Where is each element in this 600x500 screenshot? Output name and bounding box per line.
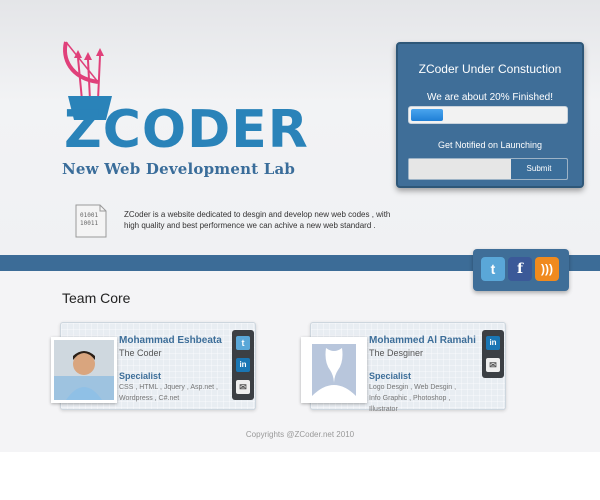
social-links: t f ))) <box>473 249 569 291</box>
team-heading: Team Core <box>62 290 131 306</box>
specialist-label: Specialist <box>369 371 412 381</box>
binary-text: 01001 10011 <box>80 212 99 227</box>
member-social-bar: t in ✉ <box>232 330 254 400</box>
avatar <box>51 337 117 403</box>
avatar <box>301 337 367 403</box>
status-title: ZCoder Under Constuction <box>418 62 562 76</box>
member-role: The Desginer <box>369 348 424 358</box>
notify-label: Get Notified on Launching <box>437 140 543 150</box>
intro-text: ZCoder is a website dedicated to desgin … <box>124 210 391 230</box>
default-avatar-icon <box>304 340 364 400</box>
progress-label: We are about 20% Finished! <box>426 92 553 103</box>
member-skills: Logo Desgin , Web Desgin , Info Graphic … <box>369 384 457 413</box>
email-field[interactable] <box>409 159 511 179</box>
linkedin-icon[interactable]: in <box>236 358 250 372</box>
member-photo <box>54 340 114 400</box>
launch-status-panel: ZCoder Under Constuction We are about 20… <box>396 42 584 188</box>
member-name: Mohammad Eshbeata <box>119 335 222 346</box>
rss-icon[interactable]: ))) <box>535 257 559 281</box>
twitter-icon[interactable]: t <box>481 257 505 281</box>
progress-bar-fill <box>411 109 443 121</box>
logo-tagline: New Web Development Lab <box>62 160 296 178</box>
mail-icon[interactable]: ✉ <box>236 380 250 394</box>
specialist-label: Specialist <box>119 371 162 381</box>
progress-bar <box>408 106 568 124</box>
logo-text: ZCODER <box>64 100 309 160</box>
member-name: Mohammed Al Ramahi <box>369 335 476 346</box>
member-role: The Coder <box>119 348 162 358</box>
member-social-bar: in ✉ <box>482 330 504 378</box>
mail-icon[interactable]: ✉ <box>486 358 500 372</box>
footer-copyright: Copyrights @ZCoder.net 2010 <box>245 430 355 439</box>
team-member-card: Mohammad Eshbeata The Coder Specialist C… <box>51 322 256 410</box>
linkedin-icon[interactable]: in <box>486 336 500 350</box>
facebook-icon[interactable]: f <box>508 257 532 281</box>
team-member-card: Mohammed Al Ramahi The Desginer Speciali… <box>301 322 506 413</box>
notify-form: Submit <box>408 158 568 180</box>
twitter-icon[interactable]: t <box>236 336 250 350</box>
submit-button[interactable]: Submit <box>511 159 567 179</box>
member-skills: CSS , HTML , Jquery , Asp.net , Wordpres… <box>119 384 218 402</box>
